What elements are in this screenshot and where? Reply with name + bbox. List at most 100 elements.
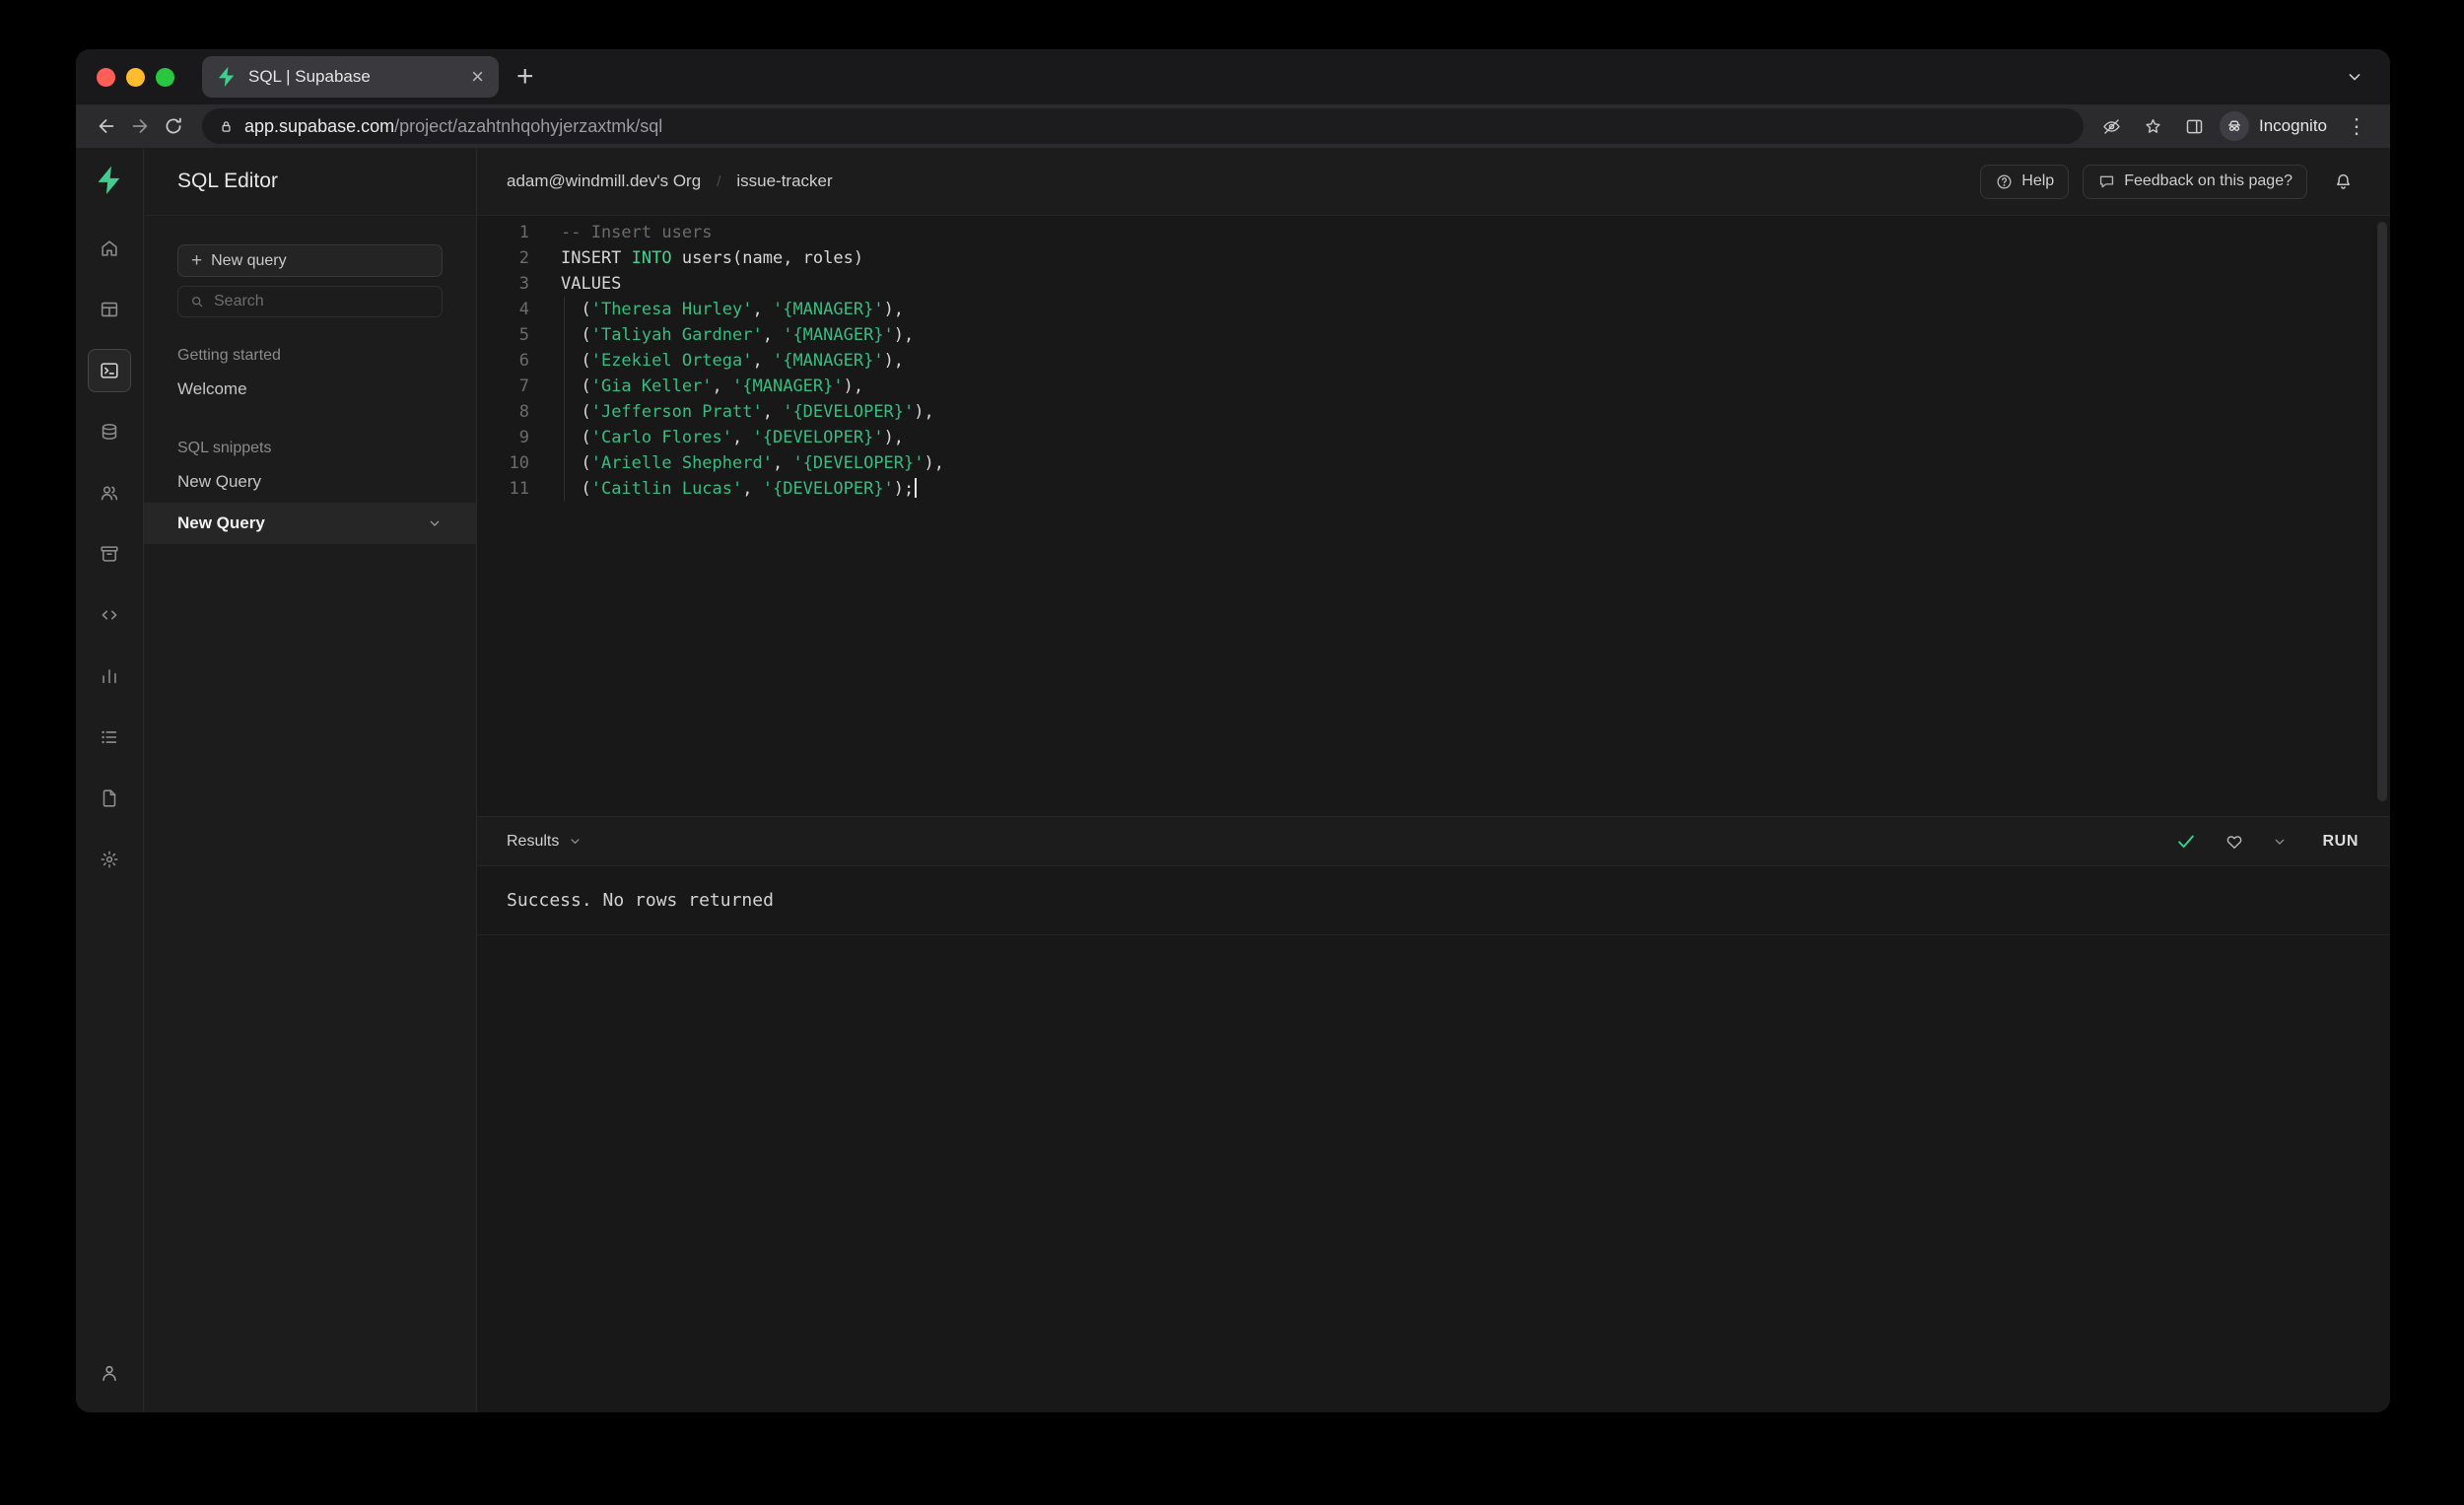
line-number: 8 [518, 402, 529, 422]
code-text: ('Taliyah Gardner', '{MANAGER}'), [561, 325, 915, 345]
code-line[interactable]: 5 ('Taliyah Gardner', '{MANAGER}'), [477, 322, 2390, 348]
feedback-label: Feedback on this page? [2124, 172, 2293, 189]
tab-strip: SQL | Supabase × + [76, 49, 2390, 104]
window-controls [76, 67, 174, 87]
notifications-bell-icon[interactable] [2325, 164, 2361, 199]
code-line[interactable]: 9 ('Carlo Flores', '{DEVELOPER}'), [477, 425, 2390, 450]
sidebar-item-new-query[interactable]: New Query [144, 461, 476, 503]
run-button[interactable]: RUN [2315, 827, 2361, 856]
code-text: VALUES [561, 274, 622, 294]
bookmark-star-icon[interactable] [2137, 110, 2168, 142]
database-icon [99, 421, 120, 443]
back-button[interactable] [90, 109, 123, 143]
toolbar-actions: Incognito ⋮ [2095, 110, 2376, 142]
zoom-window-button[interactable] [156, 67, 174, 87]
tab-close-icon[interactable]: × [469, 66, 486, 88]
code-lines: 1 -- Insert users 2 INSERT INTO users(name,… [477, 220, 2390, 502]
header-actions: Help Feedback on this page? [1980, 164, 2361, 199]
search-box[interactable] [177, 286, 443, 317]
results-dropdown[interactable]: Results [507, 833, 582, 851]
rail-item-sql-editor[interactable] [88, 349, 131, 392]
code-line[interactable]: 3 VALUES [477, 271, 2390, 297]
code-line[interactable]: 4 ('Theresa Hurley', '{MANAGER}'), [477, 297, 2390, 322]
rail-item-auth[interactable] [88, 471, 131, 514]
editor-scrollbar[interactable] [2377, 222, 2387, 801]
search-input[interactable] [214, 293, 431, 310]
chevron-down-icon[interactable] [427, 515, 443, 531]
file-icon [99, 787, 120, 809]
side-panel-icon[interactable] [2178, 110, 2210, 142]
new-tab-button[interactable]: + [516, 62, 534, 92]
minimize-window-button[interactable] [126, 67, 145, 87]
code-text: ('Theresa Hurley', '{MANAGER}'), [561, 300, 905, 319]
line-number: 1 [518, 223, 529, 242]
speech-bubble-icon [2097, 172, 2116, 191]
tab-title: SQL | Supabase [248, 67, 371, 86]
code-text: ('Gia Keller', '{MANAGER}'), [561, 376, 864, 396]
code-line[interactable]: 10 ('Arielle Shepherd', '{DEVELOPER}'), [477, 450, 2390, 476]
sql-code-editor[interactable]: 1 -- Insert users 2 INSERT INTO users(name,… [477, 216, 2390, 816]
rail-item-settings[interactable] [88, 838, 131, 881]
browser-menu-icon[interactable]: ⋮ [2341, 110, 2372, 142]
sidebar-section-label: SQL snippets [177, 440, 272, 456]
run-options-chevron-icon[interactable] [2272, 834, 2288, 850]
incognito-avatar[interactable] [2220, 111, 2249, 141]
indent-guide [564, 297, 565, 502]
rail-item-logs[interactable] [88, 716, 131, 759]
sidebar-item-welcome[interactable]: Welcome [144, 369, 476, 410]
browser-window: SQL | Supabase × + app.supabase.com/proj… [76, 49, 2390, 1412]
supabase-logo-icon[interactable] [93, 164, 126, 197]
line-number: 4 [518, 300, 529, 319]
url-path: /project/azahtnhqohyjerzaxtmk/sql [394, 115, 663, 136]
sidebar-header: SQL Editor [144, 148, 476, 216]
main-panel: adam@windmill.dev's Org / issue-tracker … [477, 148, 2390, 1412]
tab-search-chevron-icon[interactable] [2345, 67, 2364, 87]
code-line[interactable]: 11 ('Caitlin Lucas', '{DEVELOPER}'); [477, 476, 2390, 502]
line-number: 2 [518, 248, 529, 268]
results-chevron-icon [568, 834, 582, 849]
sidebar-sections: Getting started Welcome SQL snippets New Qu… [144, 317, 476, 544]
breadcrumb-org[interactable]: adam@windmill.dev's Org [507, 171, 701, 191]
sidebar-item-new-query[interactable]: New Query [144, 503, 476, 544]
rail-item-home[interactable] [88, 227, 131, 270]
new-query-button[interactable]: + New query [177, 244, 443, 277]
results-empty-area [477, 935, 2390, 1412]
code-text: ('Caitlin Lucas', '{DEVELOPER}'); [529, 476, 918, 502]
sidebar-item-label: New Query [177, 472, 262, 491]
desktop-background: SQL | Supabase × + app.supabase.com/proj… [0, 0, 2464, 1505]
rail-item-reports[interactable] [88, 654, 131, 698]
privacy-eye-icon[interactable] [2095, 110, 2127, 142]
line-number: 9 [518, 428, 529, 447]
query-result-message: Success. No rows returned [477, 866, 2390, 935]
forward-button[interactable] [123, 109, 157, 143]
line-number: 7 [518, 376, 529, 396]
line-number: 3 [518, 274, 529, 294]
code-line[interactable]: 2 INSERT INTO users(name, roles) [477, 245, 2390, 271]
new-query-label: New query [211, 251, 287, 269]
rail-item-api-docs[interactable] [88, 777, 131, 820]
rail-item-storage[interactable] [88, 532, 131, 576]
rail-item-edge-functions[interactable] [88, 593, 131, 637]
close-window-button[interactable] [97, 67, 115, 87]
sidebar-section: Getting started Welcome [177, 347, 443, 410]
code-line[interactable]: 6 ('Ezekiel Ortega', '{MANAGER}'), [477, 348, 2390, 374]
rail-item-database[interactable] [88, 410, 131, 453]
breadcrumb-project[interactable]: issue-tracker [736, 171, 832, 191]
code-line[interactable]: 1 -- Insert users [477, 220, 2390, 245]
main-header: adam@windmill.dev's Org / issue-tracker … [477, 148, 2390, 216]
text-cursor [915, 478, 918, 498]
account-icon[interactable] [88, 1351, 131, 1395]
rail-item-table-editor[interactable] [88, 288, 131, 331]
reload-button[interactable] [157, 109, 190, 143]
help-button[interactable]: Help [1980, 164, 2070, 199]
nav-rail [76, 148, 144, 1412]
favorite-heart-icon[interactable] [2224, 832, 2244, 852]
help-label: Help [2021, 172, 2055, 189]
address-bar[interactable]: app.supabase.com/project/azahtnhqohyjerz… [202, 108, 2084, 144]
sidebar-section-label: Getting started [177, 347, 281, 364]
code-line[interactable]: 8 ('Jefferson Pratt', '{DEVELOPER}'), [477, 399, 2390, 425]
code-line[interactable]: 7 ('Gia Keller', '{MANAGER}'), [477, 374, 2390, 399]
browser-tab[interactable]: SQL | Supabase × [202, 56, 499, 98]
feedback-button[interactable]: Feedback on this page? [2083, 164, 2307, 199]
home-icon [99, 238, 120, 259]
